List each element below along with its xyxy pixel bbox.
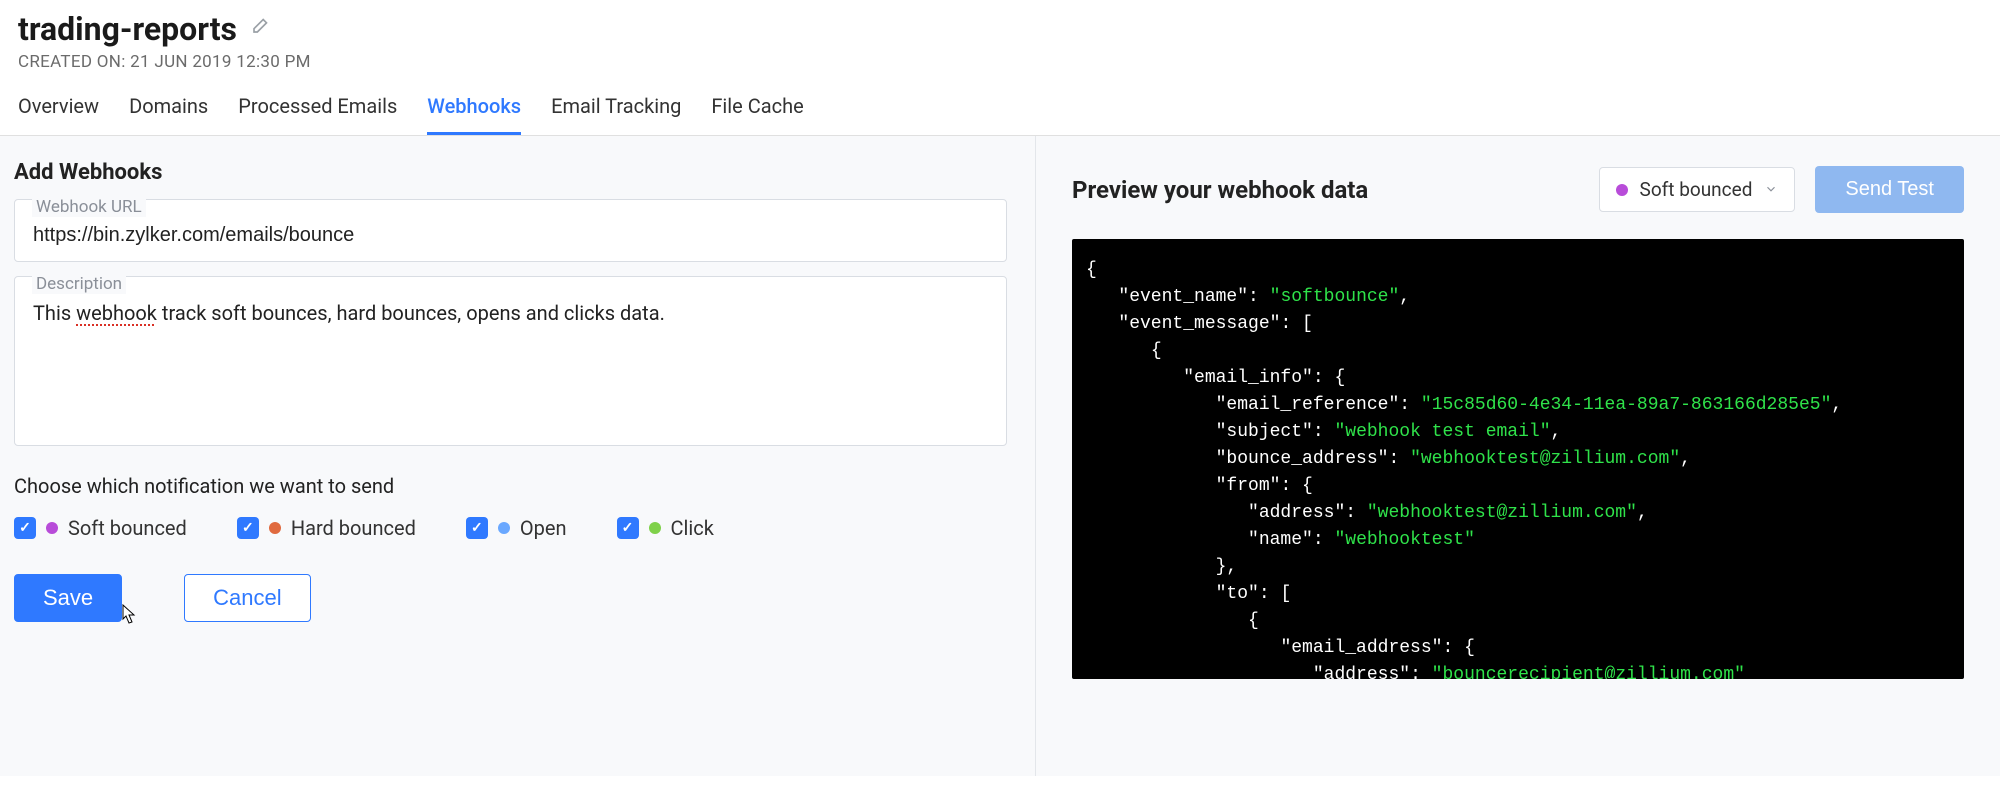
send-test-button[interactable]: Send Test bbox=[1815, 166, 1964, 213]
json-event-name: softbounce bbox=[1280, 287, 1388, 307]
save-button[interactable]: Save bbox=[14, 574, 122, 622]
checkbox-open[interactable]: ✓ bbox=[466, 517, 488, 539]
webhook-url-group: Webhook URL bbox=[14, 199, 1007, 262]
checkbox-click[interactable]: ✓ bbox=[617, 517, 639, 539]
dot-green-icon bbox=[649, 522, 661, 534]
option-click-label: Click bbox=[671, 516, 714, 540]
section-title: Add Webhooks bbox=[14, 160, 1007, 185]
preview-panel: Preview your webhook data Soft bounced S… bbox=[1036, 136, 2000, 776]
tabs-bar: Overview Domains Processed Emails Webhoo… bbox=[0, 72, 2000, 136]
dot-orange-icon bbox=[269, 522, 281, 534]
checkbox-soft[interactable]: ✓ bbox=[14, 517, 36, 539]
title-row: trading-reports bbox=[18, 10, 1982, 48]
form-buttons: Save Cancel bbox=[14, 574, 1007, 622]
option-open[interactable]: ✓ Open bbox=[466, 516, 567, 540]
dropdown-selected-label: Soft bounced bbox=[1640, 178, 1753, 201]
notification-options: ✓ Soft bounced ✓ Hard bounced ✓ Open ✓ C… bbox=[14, 516, 1007, 540]
edit-title-icon[interactable] bbox=[249, 17, 269, 41]
chevron-down-icon bbox=[1764, 178, 1778, 201]
preview-header: Preview your webhook data Soft bounced S… bbox=[1072, 166, 1964, 213]
option-soft-label: Soft bounced bbox=[68, 516, 187, 540]
json-to-addr: bouncerecipient@zillium.com bbox=[1442, 665, 1734, 679]
description-input[interactable]: This webhook track soft bounces, hard bo… bbox=[14, 276, 1007, 446]
tab-file-cache[interactable]: File Cache bbox=[711, 94, 803, 135]
option-hard-label: Hard bounced bbox=[291, 516, 416, 540]
page-header: trading-reports CREATED ON: 21 JUN 2019 … bbox=[0, 0, 2000, 72]
description-group: Description This webhook track soft boun… bbox=[14, 276, 1007, 446]
created-on-label: CREATED ON: 21 JUN 2019 12:30 PM bbox=[18, 52, 1982, 72]
dot-blue-icon bbox=[498, 522, 510, 534]
preview-controls: Soft bounced Send Test bbox=[1599, 166, 1964, 213]
option-soft-bounced[interactable]: ✓ Soft bounced bbox=[14, 516, 187, 540]
page-title: trading-reports bbox=[18, 10, 237, 48]
json-preview: { "event_name": "softbounce", "event_mes… bbox=[1072, 239, 1964, 679]
tab-domains[interactable]: Domains bbox=[129, 94, 208, 135]
webhook-url-label: Webhook URL bbox=[32, 197, 146, 217]
tab-processed-emails[interactable]: Processed Emails bbox=[238, 94, 397, 135]
content-area: Add Webhooks Webhook URL Description Thi… bbox=[0, 136, 2000, 776]
checkbox-hard[interactable]: ✓ bbox=[237, 517, 259, 539]
json-email-ref: 15c85d60-4e34-11ea-89a7-863166d285e5 bbox=[1432, 395, 1821, 415]
json-from-name: webhooktest bbox=[1345, 530, 1464, 550]
add-webhook-panel: Add Webhooks Webhook URL Description Thi… bbox=[0, 136, 1036, 776]
webhook-url-input[interactable] bbox=[14, 199, 1007, 262]
choose-notification-label: Choose which notification we want to sen… bbox=[14, 474, 1007, 498]
dot-purple-icon bbox=[46, 522, 58, 534]
json-from-addr: webhooktest@zillium.com bbox=[1378, 503, 1626, 523]
preview-title: Preview your webhook data bbox=[1072, 176, 1368, 204]
cancel-button[interactable]: Cancel bbox=[184, 574, 310, 622]
desc-text-suffix: track soft bounces, hard bounces, opens … bbox=[157, 301, 665, 325]
tab-overview[interactable]: Overview bbox=[18, 94, 99, 135]
desc-text-misspell: webhook bbox=[76, 301, 157, 325]
json-subject: webhook test email bbox=[1345, 422, 1539, 442]
option-hard-bounced[interactable]: ✓ Hard bounced bbox=[237, 516, 416, 540]
desc-text-prefix: This bbox=[33, 301, 76, 325]
option-click[interactable]: ✓ Click bbox=[617, 516, 714, 540]
description-label: Description bbox=[32, 274, 126, 294]
preview-type-dropdown[interactable]: Soft bounced bbox=[1599, 167, 1796, 212]
dropdown-dot-icon bbox=[1616, 184, 1628, 196]
json-bounce-addr: webhooktest@zillium.com bbox=[1421, 449, 1669, 469]
tab-email-tracking[interactable]: Email Tracking bbox=[551, 94, 681, 135]
option-open-label: Open bbox=[520, 516, 567, 540]
tab-webhooks[interactable]: Webhooks bbox=[427, 94, 521, 135]
